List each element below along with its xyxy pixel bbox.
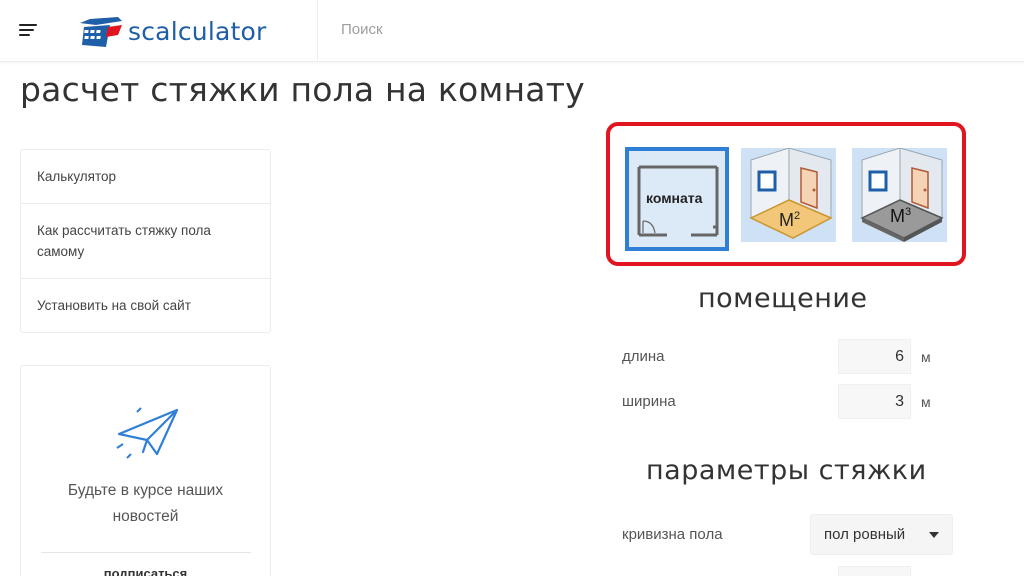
header-divider: [317, 0, 318, 62]
logo-text: scalculator: [128, 16, 267, 46]
curvature-label: кривизна пола: [622, 526, 723, 543]
next-field-input[interactable]: [838, 566, 911, 576]
sidebar-menu: Калькулятор Как рассчитать стяжку пола с…: [20, 149, 271, 333]
logo[interactable]: scalculator: [78, 13, 266, 49]
room-section-title: помещение: [698, 283, 868, 314]
subscribe-box: Будьте в курсе наших новостей подписатьс…: [20, 365, 271, 576]
subscribe-text: Будьте в курсе наших новостей: [67, 482, 224, 525]
width-input[interactable]: [838, 384, 911, 419]
mode-area-unit: М: [779, 210, 794, 230]
length-label: длина: [622, 348, 665, 365]
width-unit: м: [921, 394, 931, 410]
mode-volume-sup: 3: [905, 206, 912, 218]
room-volume-icon: [852, 148, 947, 242]
top-header: scalculator: [0, 0, 1024, 62]
curvature-select[interactable]: пол ровный: [810, 514, 953, 555]
page-title: расчет стяжки пола на комнату: [20, 70, 585, 109]
menu-icon[interactable]: [19, 22, 37, 38]
mode-room-tile[interactable]: комната: [625, 147, 729, 251]
width-label: ширина: [622, 393, 676, 410]
mode-selector: комната М2 М3: [606, 122, 966, 266]
mode-volume-label: М3: [890, 206, 911, 227]
mode-volume-unit: М: [890, 206, 905, 226]
mode-room-label: комната: [646, 190, 703, 206]
mode-volume-tile[interactable]: М3: [852, 148, 947, 242]
mode-area-tile[interactable]: М2: [741, 148, 836, 242]
search-input[interactable]: [341, 21, 641, 38]
curvature-select-value: пол ровный: [824, 526, 906, 543]
sidebar-item-calculator[interactable]: Калькулятор: [21, 150, 270, 204]
length-unit: м: [921, 349, 931, 365]
chevron-down-icon: [929, 532, 939, 538]
sidebar-item-install[interactable]: Установить на свой сайт: [21, 279, 270, 332]
subscribe-button[interactable]: подписаться: [21, 566, 270, 576]
calculator-logo-icon: [80, 17, 122, 47]
mode-area-label: М2: [779, 210, 800, 231]
subscribe-divider: [41, 552, 251, 553]
paper-plane-icon: [116, 407, 179, 459]
length-input[interactable]: [838, 339, 911, 374]
mode-area-sup: 2: [794, 210, 801, 222]
screed-section-title: параметры стяжки: [646, 455, 927, 486]
sidebar-item-howto[interactable]: Как рассчитать стяжку пола самому: [21, 204, 270, 279]
